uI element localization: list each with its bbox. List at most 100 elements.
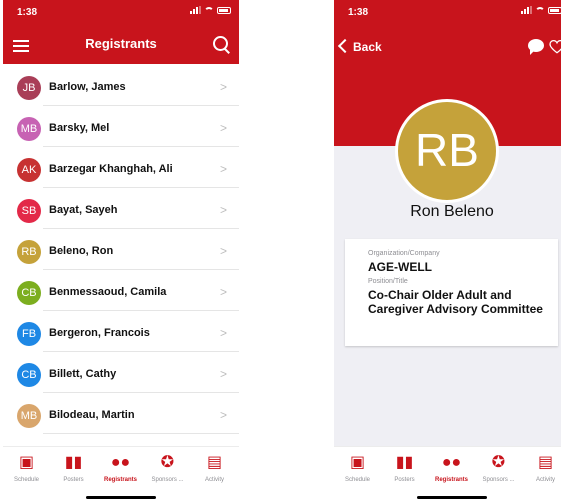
avatar: MB xyxy=(17,117,41,141)
tab-activity[interactable]: ▤ Activity xyxy=(522,453,561,483)
chevron-right-icon: > xyxy=(219,244,227,258)
position-label: Position/Title xyxy=(368,278,408,285)
chevron-left-icon xyxy=(337,38,353,54)
position-value: Co-Chair Older Adult and Caregiver Advis… xyxy=(368,288,543,316)
chevron-right-icon: > xyxy=(219,408,227,422)
home-indicator xyxy=(86,496,156,499)
tab-label: Posters xyxy=(394,477,415,483)
tab-registrants[interactable]: ●● Registrants xyxy=(97,453,144,483)
tab-schedule[interactable]: ▣ Schedule xyxy=(3,453,50,483)
divider xyxy=(43,310,239,311)
chevron-right-icon: > xyxy=(219,285,227,299)
organization-label: Organization/Company xyxy=(368,250,440,257)
status-icons xyxy=(521,6,561,14)
back-button[interactable]: Back xyxy=(337,38,382,54)
status-bar: 1:38 xyxy=(334,0,561,26)
registrant-name: Benmessaoud, Camila xyxy=(49,286,167,298)
avatar: JB xyxy=(17,76,41,100)
registrant-detail-screen: 1:38 Back RB Ron Beleno Organization/Com… xyxy=(334,0,561,504)
divider xyxy=(43,187,239,188)
newspaper-icon: ▤ xyxy=(206,454,223,471)
divider xyxy=(43,105,239,106)
avatar: CB xyxy=(17,363,41,387)
divider xyxy=(43,392,239,393)
chevron-right-icon: > xyxy=(219,80,227,94)
profile-avatar: RB xyxy=(395,99,499,203)
status-icons xyxy=(190,6,231,14)
list-item[interactable]: CB Benmessaoud, Camila > xyxy=(3,275,239,311)
tab-label: Sponsors ... xyxy=(151,477,184,483)
profile-name: Ron Beleno xyxy=(410,203,494,220)
divider xyxy=(43,228,239,229)
wifi-icon xyxy=(535,6,545,14)
people-icon: ●● xyxy=(110,454,131,471)
home-indicator xyxy=(417,496,487,499)
registrant-name: Barsky, Mel xyxy=(49,122,110,134)
list-item[interactable]: AK Barzegar Khanghah, Ali > xyxy=(3,152,239,188)
divider xyxy=(43,433,239,434)
avatar: RB xyxy=(17,240,41,264)
wifi-icon xyxy=(204,6,214,14)
tab-label: Activity xyxy=(535,477,555,483)
avatar: CB xyxy=(17,281,41,305)
heart-icon[interactable] xyxy=(549,40,561,54)
registrant-name: Beleno, Ron xyxy=(49,245,114,257)
signal-icon xyxy=(521,6,532,14)
tab-label: Schedule xyxy=(344,477,371,483)
list-item[interactable]: SB Bayat, Sayeh > xyxy=(3,193,239,229)
calendar-icon: ▣ xyxy=(18,454,35,471)
organization-value: AGE-WELL xyxy=(368,260,432,274)
tab-posters[interactable]: ▮▮ Posters xyxy=(381,453,428,483)
registrant-name: Billett, Cathy xyxy=(49,368,117,380)
list-item[interactable]: JB Barlow, James > xyxy=(3,70,239,106)
tab-activity[interactable]: ▤ Activity xyxy=(191,453,238,483)
registrant-name: Barzegar Khanghah, Ali xyxy=(49,163,173,175)
tab-sponsors[interactable]: ✪ Sponsors ... xyxy=(475,453,522,483)
registrant-list[interactable]: JB Barlow, James > MB Barsky, Mel > AK Barzegar… xyxy=(3,64,239,446)
divider xyxy=(43,146,239,147)
list-item[interactable]: CB Billett, Cathy > xyxy=(3,357,239,393)
tab-bar: ▣ Schedule ▮▮ Posters ●● Registrants ✪ Sponsors… xyxy=(3,446,239,504)
posters-icon: ▮▮ xyxy=(64,454,83,471)
search-icon[interactable] xyxy=(213,36,231,54)
registrant-name: Bayat, Sayeh xyxy=(49,204,118,216)
tab-label: Registrants xyxy=(103,477,137,483)
tab-label: Registrants xyxy=(434,477,468,483)
list-item[interactable]: RB Beleno, Ron > xyxy=(3,234,239,270)
battery-icon xyxy=(548,6,561,14)
status-bar: 1:38 xyxy=(3,0,239,26)
chevron-right-icon: > xyxy=(219,121,227,135)
registrant-name: Bergeron, Francois xyxy=(49,327,150,339)
posters-icon: ▮▮ xyxy=(395,454,414,471)
tab-posters[interactable]: ▮▮ Posters xyxy=(50,453,97,483)
avatar: FB xyxy=(17,322,41,346)
list-item[interactable]: FB Bergeron, Francois > xyxy=(3,316,239,352)
profile-details-card: Organization/Company AGE-WELL Position/T… xyxy=(345,239,558,346)
chevron-right-icon: > xyxy=(219,203,227,217)
chevron-right-icon: > xyxy=(219,367,227,381)
list-item[interactable]: MB Barsky, Mel > xyxy=(3,111,239,147)
chevron-right-icon: > xyxy=(219,326,227,340)
tab-schedule[interactable]: ▣ Schedule xyxy=(334,453,381,483)
tab-registrants[interactable]: ●● Registrants xyxy=(428,453,475,483)
registrant-name: Barlow, James xyxy=(49,81,126,93)
avatar: SB xyxy=(17,199,41,223)
signal-icon xyxy=(190,6,201,14)
newspaper-icon: ▤ xyxy=(537,454,554,471)
tab-label: Activity xyxy=(204,477,224,483)
chevron-right-icon: > xyxy=(219,162,227,176)
registrants-screen: 1:38 Registrants JB Barlow, James > MB Barsk… xyxy=(3,0,239,504)
avatar: MB xyxy=(17,404,41,428)
people-icon: ●● xyxy=(441,454,462,471)
back-label: Back xyxy=(353,40,382,54)
header-bar: Registrants xyxy=(3,26,239,64)
tab-label: Schedule xyxy=(13,477,40,483)
list-item[interactable]: MB Bilodeau, Martin > xyxy=(3,398,239,434)
avatar: AK xyxy=(17,158,41,182)
calendar-icon: ▣ xyxy=(349,454,366,471)
battery-icon xyxy=(217,6,231,14)
chat-bubble-icon[interactable] xyxy=(528,39,544,55)
tab-sponsors[interactable]: ✪ Sponsors ... xyxy=(144,453,191,483)
divider xyxy=(43,351,239,352)
divider xyxy=(43,269,239,270)
